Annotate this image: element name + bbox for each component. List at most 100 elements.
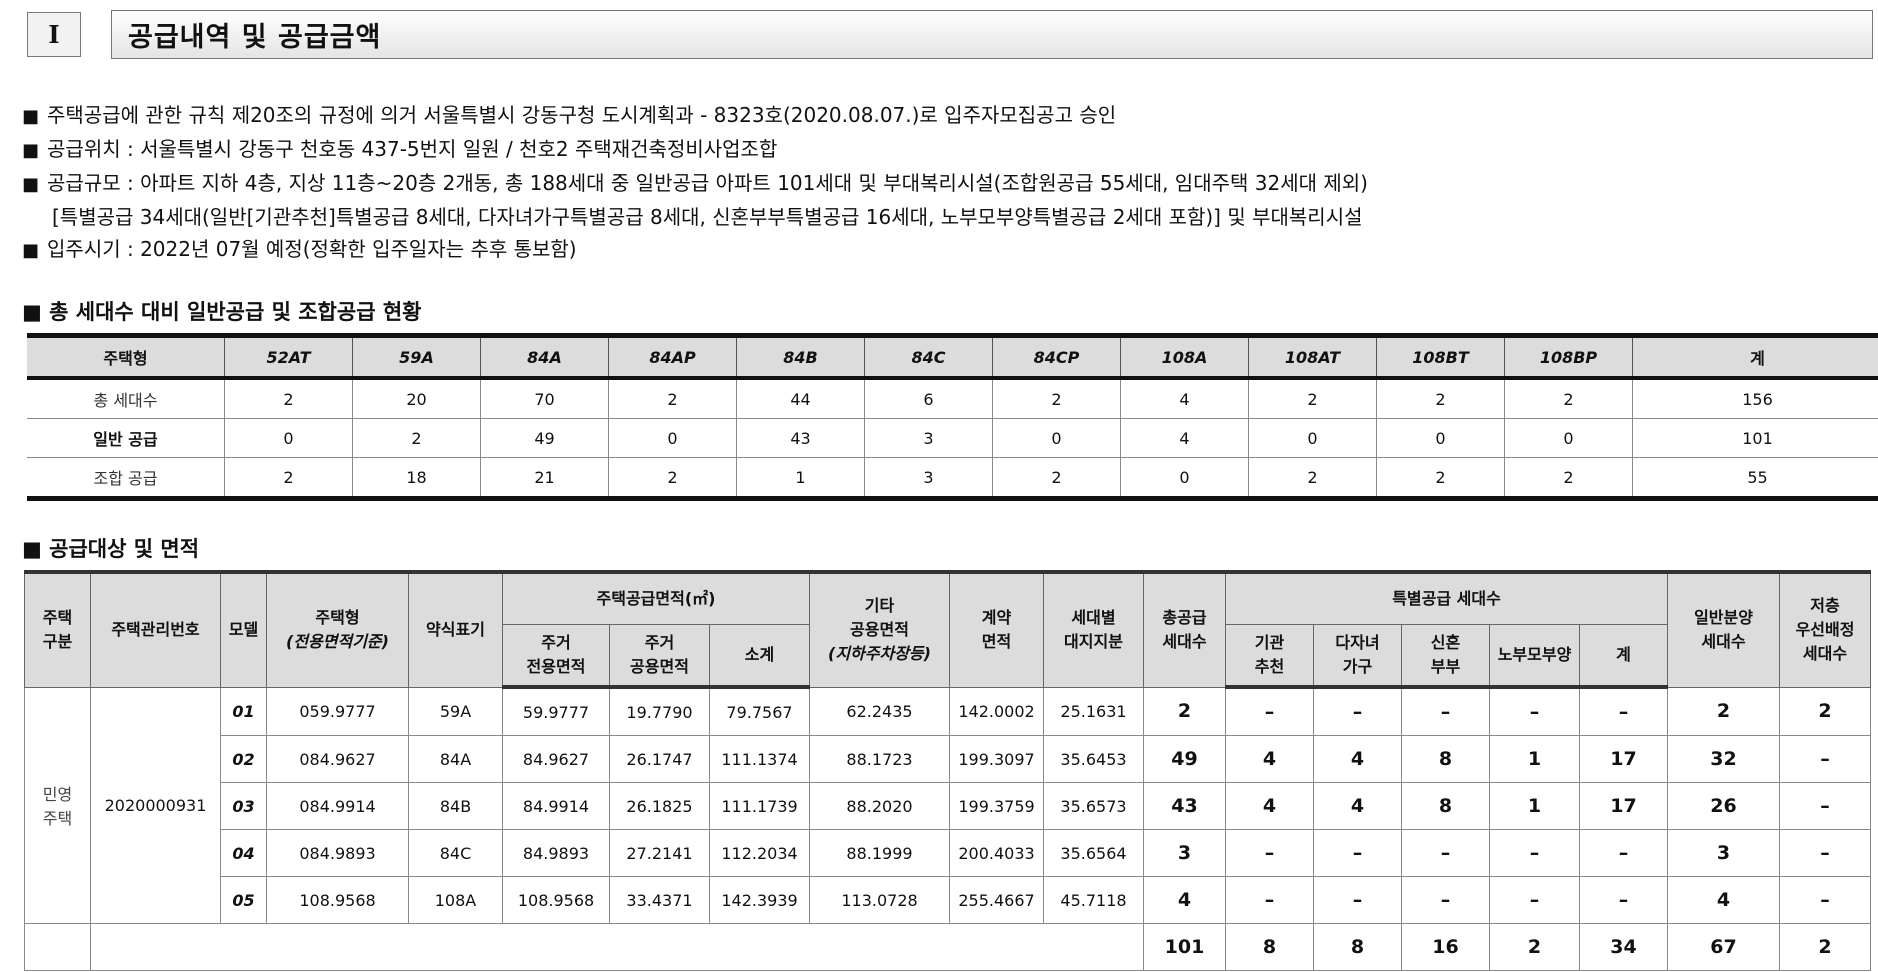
section-title: 공급내역 및 공급금액 [111,10,1873,59]
bullet-approval: ■ 주택공급에 관한 규칙 제20조의 규정에 의거 서울특별시 강동구청 도시계… [22,103,1117,127]
cell-land: 35.6573 [1043,782,1144,830]
table-cell: 2 [608,377,737,419]
header-type-col: 59A [352,333,481,380]
table1-heading: ■ 총 세대수 대비 일반공급 및 조합공급 현황 [22,300,422,324]
section-number: I [27,12,81,57]
header-special-total: 계 [1578,624,1669,689]
cell-land: 35.6453 [1043,735,1144,783]
cell-elderly: 1 [1489,782,1580,830]
cell-abbr: 84A [408,735,503,783]
total-multi: 8 [1313,923,1402,971]
cell-common: 27.2141 [609,829,710,877]
cell-total: 43 [1143,782,1226,830]
table-cell: 0 [224,418,353,458]
cell-other: 88.1999 [809,829,950,877]
cell-sp_total: – [1578,829,1669,877]
header-housing-type: 주택 구분 [24,570,91,688]
cell-newly: – [1401,686,1490,736]
table-cell: 2 [992,377,1121,419]
table-row: 04 084.9893 84C 84.9893 27.2141 112.2034 88.19… [25,829,1872,877]
table-cell: 43 [736,418,865,458]
cell-low: – [1779,876,1872,924]
header-type-col: 84B [736,333,865,380]
header-type-col: 108BT [1376,333,1505,380]
cell-newly: – [1401,829,1490,877]
cell-abbr: 59A [408,686,503,736]
cell-multi: – [1313,876,1402,924]
housing-type-cell: 민영 주택 [24,686,91,924]
cell-exclusive: 84.9893 [502,829,610,877]
cell-elderly: – [1489,686,1580,736]
cell-sp_total: – [1578,686,1669,736]
table-row: 02 084.9627 84A 84.9627 26.1747 111.1374 88.17… [25,735,1872,783]
mgmt-no-cell: 2020000931 [90,686,221,924]
header-type-col: 84AP [608,333,737,380]
model-cell: 05 [220,876,267,924]
model-cell: 01 [220,686,267,736]
cell-sp_total: – [1578,876,1669,924]
bullet-move-in: ■ 입주시기 : 2022년 07월 예정(정확한 입주일자는 추후 통보함) [22,237,577,261]
cell-other: 62.2435 [809,686,950,736]
cell-exclusive: 108.9568 [502,876,610,924]
cell-low: – [1779,782,1872,830]
header-house-type: 주택형 (전용면적기준) [266,570,409,688]
empty-cell [24,923,91,971]
table-cell: 0 [1248,418,1377,458]
cell-agency: 4 [1225,735,1314,783]
cell-subtotal: 79.7567 [709,686,810,736]
cell-abbr: 84B [408,782,503,830]
header-type-col: 52AT [224,333,353,380]
table-row: 민영 주택 2020000931 01 059.9777 59A 59.9777 19.77… [24,686,1872,924]
cell-contract: 255.4667 [949,876,1044,924]
cell-other: 88.1723 [809,735,950,783]
table2-heading: ■ 공급대상 및 면적 [22,537,200,561]
table-cell: 2 [1504,457,1633,501]
header-type-col: 84CP [992,333,1121,380]
header-type-col: 84A [480,333,609,380]
table-header-row: 주택형 52AT 59A 84A 84AP 84B 84C 84CP 108A 108AT 108B… [27,333,1878,380]
cell-general: 4 [1667,876,1781,924]
header-subtotal: 소계 [709,624,810,689]
header-type-col: 108BP [1504,333,1633,380]
total-low: 2 [1779,923,1872,971]
header-type-col: 108AT [1248,333,1377,380]
header-house-type: 주택형 [27,333,225,380]
total-newly: 16 [1401,923,1490,971]
table-cell: 44 [736,377,865,419]
total-row: 101 8 8 16 2 34 67 2 [24,923,1872,971]
model-cell: 02 [220,735,267,783]
header-common: 주거 공용면적 [609,624,710,689]
header-contract-area: 계약 면적 [949,570,1044,688]
cell-agency: 4 [1225,782,1314,830]
cell-other: 88.2020 [809,782,950,830]
table-cell: 18 [352,457,481,501]
table-cell: 55 [1632,457,1878,501]
cell-subtotal: 111.1739 [709,782,810,830]
cell-common: 26.1825 [609,782,710,830]
cell-subtotal: 112.2034 [709,829,810,877]
cell-general: 32 [1667,735,1781,783]
table-cell: 3 [864,418,993,458]
row-label: 조합 공급 [27,457,225,501]
cell-agency: – [1225,829,1314,877]
header-abbr: 약식표기 [408,570,503,688]
total-total: 101 [1143,923,1226,971]
cell-low: – [1779,735,1872,783]
notice-bullets: ■ 주택공급에 관한 규칙 제20조의 규정에 의거 서울특별시 강동구청 도시계… [22,99,1368,267]
bullet-square: ■ [22,174,40,195]
table-cell: 2 [224,377,353,419]
cell-exclusive: 84.9914 [502,782,610,830]
cell-other: 113.0728 [809,876,950,924]
header-elderly: 노부모부양 [1489,624,1580,689]
bullet-square: ■ [22,240,40,261]
header-model: 모델 [220,570,267,688]
table-cell: 0 [992,418,1121,458]
table-cell: 4 [1120,377,1249,419]
cell-abbr: 84C [408,829,503,877]
row-label: 일반 공급 [27,418,225,458]
table-cell: 101 [1632,418,1878,458]
bullet-square: ■ [22,140,40,161]
cell-contract: 142.0002 [949,686,1044,736]
bullet-square: ■ [22,106,40,127]
cell-multi: – [1313,686,1402,736]
